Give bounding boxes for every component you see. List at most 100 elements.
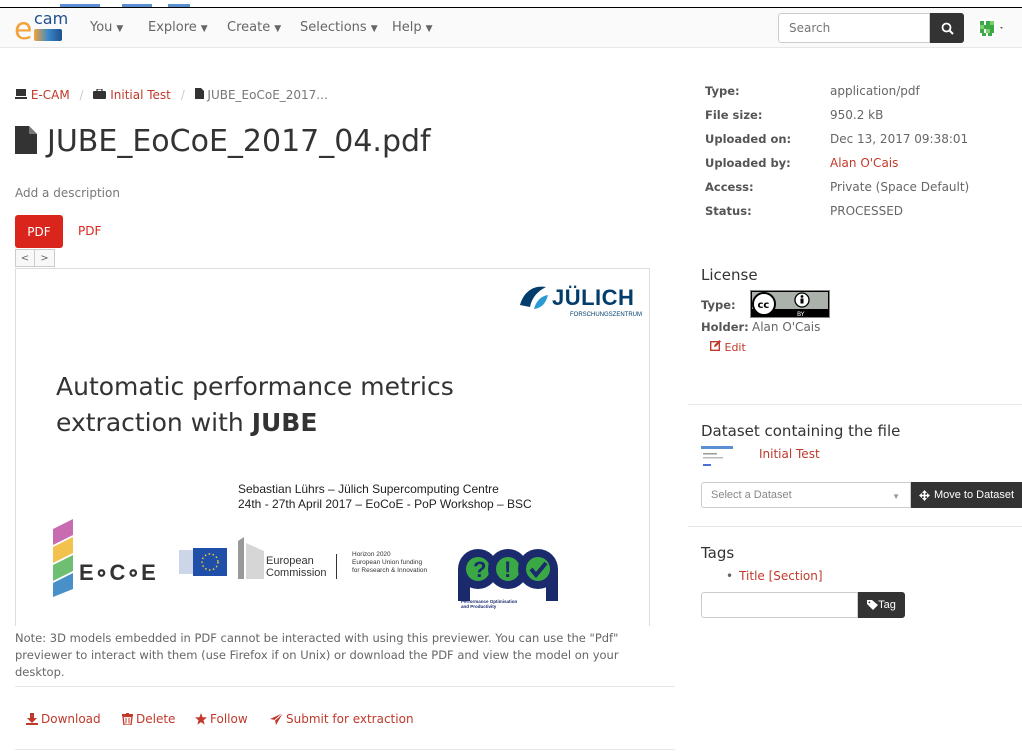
- divider: [688, 404, 1022, 405]
- chevron-down-icon: ▼: [116, 24, 124, 34]
- license-edit-label: Edit: [724, 341, 746, 354]
- submit-extraction-button[interactable]: Submit for extraction: [270, 712, 414, 726]
- meta-uploaded-on-value: Dec 13, 2017 09:38:01: [830, 132, 969, 146]
- julich-name: JÜLICH: [552, 285, 635, 310]
- breadcrumb: E-CAM / Initial Test / JUBE_EoCoE_2017..…: [15, 88, 328, 102]
- chevron-down-icon: ▼: [274, 24, 282, 34]
- breadcrumb-space-link[interactable]: E-CAM: [15, 88, 74, 102]
- file-icon: [194, 88, 204, 99]
- download-button[interactable]: Download: [26, 712, 101, 726]
- svg-text:!: !: [504, 557, 511, 582]
- breadcrumb-dataset-link[interactable]: Initial Test: [90, 88, 175, 102]
- add-description-link[interactable]: Add a description: [15, 186, 120, 200]
- nav-explore-label: Explore: [148, 20, 197, 35]
- meta-access-label: Access:: [705, 180, 754, 194]
- eocoe-wordmark: E∘C∘E: [79, 560, 157, 585]
- eocoe-logo: E∘C∘E: [51, 519, 176, 599]
- ec-line1: European: [266, 555, 314, 567]
- prev-page-button[interactable]: <: [15, 249, 35, 267]
- ec-line2: Commission: [266, 567, 327, 579]
- breadcrumb-current-file: JUBE_EoCoE_2017...: [191, 88, 328, 102]
- meta-size-label: File size:: [705, 108, 763, 122]
- pop-line2: and Productivity: [461, 604, 497, 609]
- ecam-logo[interactable]: e cam: [14, 9, 69, 47]
- nav-selections[interactable]: Selections ▼: [300, 20, 378, 35]
- ec-wordmark: European Commission: [266, 555, 327, 579]
- avatar: [978, 19, 1003, 37]
- breadcrumb-file-label: JUBE_EoCoE_2017...: [207, 88, 328, 102]
- pdf-preview[interactable]: JÜLICH FORSCHUNGSZENTRUM Automatic perfo…: [15, 268, 650, 626]
- nav-create[interactable]: Create ▼: [227, 20, 281, 35]
- license-edit-link[interactable]: Edit: [709, 340, 746, 354]
- logo-letter-e: e: [14, 12, 33, 47]
- license-holder-label: Holder:: [701, 320, 749, 334]
- meta-status-label: Status:: [705, 204, 752, 218]
- cc-badge-by: BY: [797, 311, 805, 318]
- follow-button[interactable]: Follow: [195, 712, 248, 726]
- meta-size-value: 950.2 kB: [830, 108, 884, 122]
- slide-title-line2: extraction with JUBE: [56, 405, 454, 441]
- h2020-line3: for Research & Innovation: [352, 567, 428, 574]
- ec-emblem-icon: [238, 537, 264, 579]
- chevron-down-icon: ▼: [892, 492, 900, 501]
- breadcrumb-separator: /: [79, 88, 84, 102]
- slide-event: 24th - 27th April 2017 – EoCoE - PoP Wor…: [238, 497, 532, 511]
- file-icon: [15, 126, 37, 154]
- submit-label: Submit for extraction: [286, 712, 414, 726]
- navbar: e cam You ▼ Explore ▼ Create ▼ Selections ▼ …: [0, 8, 1022, 48]
- add-tag-button[interactable]: Tag: [858, 592, 905, 618]
- cc-by-license-icon[interactable]: cc BY: [750, 290, 830, 318]
- breadcrumb-space-label: E-CAM: [30, 88, 70, 102]
- meta-uploaded-on-label: Uploaded on:: [705, 132, 792, 146]
- meta-uploaded-by-link[interactable]: Alan O'Cais: [830, 156, 898, 170]
- next-page-button[interactable]: >: [35, 249, 55, 267]
- dataset-select[interactable]: Select a Dataset ▼: [701, 482, 911, 508]
- user-avatar-menu[interactable]: [976, 17, 1016, 39]
- nav-help[interactable]: Help ▼: [392, 20, 433, 35]
- dataset-icon: [93, 88, 107, 99]
- previewer-tab-pdf-active[interactable]: PDF: [15, 215, 63, 248]
- move-to-dataset-label: Move to Dataset: [933, 489, 1015, 501]
- logo-word-cam: cam: [34, 9, 69, 28]
- eu-flag-icon: [179, 548, 227, 576]
- dataset-link[interactable]: Initial Test: [759, 447, 820, 461]
- previewer-pager: < >: [15, 249, 55, 267]
- eocoe-emblem-icon: [53, 519, 73, 597]
- space-icon: [15, 89, 27, 99]
- eu-flag: [179, 546, 231, 578]
- tag-input[interactable]: [701, 592, 858, 618]
- julich-subtitle: FORSCHUNGSZENTRUM: [570, 312, 642, 318]
- trash-icon: [122, 713, 133, 726]
- delete-button[interactable]: Delete: [122, 712, 175, 726]
- h2020-line2: European Union funding: [352, 559, 423, 566]
- svg-text:?: ?: [473, 557, 486, 582]
- file-title: JUBE_EoCoE_2017_04.pdf: [47, 124, 431, 159]
- license-type-label: Type:: [701, 298, 736, 312]
- meta-status-value: PROCESSED: [830, 204, 904, 218]
- divider: [15, 749, 675, 750]
- download-label: Download: [41, 712, 101, 726]
- license-holder-value: Alan O'Cais: [752, 320, 821, 334]
- nav-you-label: You: [90, 20, 113, 35]
- chevron-down-icon: ▼: [425, 24, 433, 34]
- ec-divider: [336, 554, 337, 579]
- previewer-tab-pdf[interactable]: PDF: [78, 224, 101, 238]
- dataset-thumbnail[interactable]: [701, 446, 733, 468]
- meta-access-value: Private (Space Default): [830, 180, 970, 194]
- nav-explore[interactable]: Explore ▼: [148, 20, 208, 35]
- slide-subtitle: Sebastian Lührs – Jülich Supercomputing …: [238, 482, 532, 512]
- dataset-select-placeholder: Select a Dataset: [711, 489, 792, 501]
- tag-item[interactable]: Title [Section]: [726, 569, 822, 583]
- send-icon: [270, 712, 284, 725]
- search-input[interactable]: [778, 13, 930, 43]
- search-button[interactable]: [930, 13, 964, 43]
- h2020-line1: Horizon 2020: [352, 551, 391, 558]
- move-to-dataset-button[interactable]: Move to Dataset: [911, 482, 1022, 508]
- dataset-heading: Dataset containing the file: [701, 422, 901, 440]
- nav-you[interactable]: You ▼: [90, 20, 123, 35]
- star-icon: [195, 713, 207, 725]
- add-tag-label: Tag: [878, 599, 896, 611]
- download-icon: [26, 713, 38, 725]
- slide-title-jube: JUBE: [251, 408, 318, 437]
- move-arrows-icon: [918, 489, 930, 501]
